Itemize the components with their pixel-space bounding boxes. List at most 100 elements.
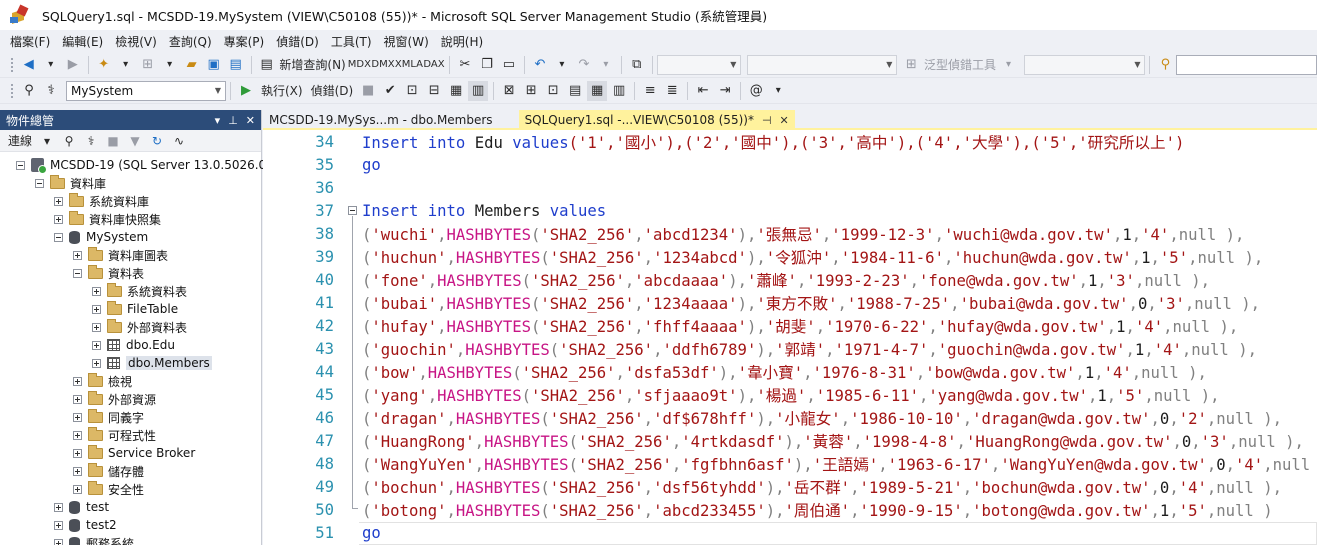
close-icon[interactable]: ✕ xyxy=(246,114,255,127)
menu-project[interactable]: 專案(P) xyxy=(218,33,271,50)
tree-node-database-diagrams[interactable]: 資料庫圖表 xyxy=(73,246,168,264)
new-query-icon[interactable]: ▤ xyxy=(257,55,277,75)
results-to-icon[interactable]: ▦ xyxy=(446,81,466,101)
tree-node-dbo-edu[interactable]: dbo.Edu xyxy=(92,336,175,354)
toolbar-grip[interactable] xyxy=(10,82,14,99)
expand-icon[interactable] xyxy=(54,214,63,224)
expand-icon[interactable] xyxy=(54,502,63,512)
pin-icon[interactable]: ⊥ xyxy=(228,114,238,127)
refresh-icon[interactable]: ↻ xyxy=(147,131,167,151)
tree-node-filetable[interactable]: FileTable xyxy=(92,300,178,318)
expand-icon[interactable] xyxy=(73,412,82,422)
expand-icon[interactable] xyxy=(73,484,82,494)
expand-icon[interactable] xyxy=(73,466,82,476)
debug-button[interactable]: 偵錯(D) xyxy=(308,81,357,101)
connect-server-icon[interactable]: ⚲ xyxy=(59,131,79,151)
tree-node-storage[interactable]: 儲存體 xyxy=(73,462,144,480)
find-icon[interactable]: ⚲ xyxy=(1155,55,1175,75)
tree-node-postal-system[interactable]: 郵務系統 xyxy=(54,534,134,545)
tab-sqlquery1[interactable]: SQLQuery1.sql -...VIEW\C50108 (55))* ⊣ ✕ xyxy=(518,110,795,130)
tree-node-test2[interactable]: test2 xyxy=(54,516,117,534)
execute-icon[interactable]: ▶ xyxy=(236,81,256,101)
debug-target-combo[interactable]: ▼ xyxy=(1023,54,1146,75)
cut-icon[interactable]: ✂ xyxy=(455,55,475,75)
collapse-icon[interactable] xyxy=(54,232,63,242)
live-stats-icon[interactable]: ⊞ xyxy=(521,81,541,101)
expand-icon[interactable] xyxy=(73,394,82,404)
connect-dropdown-icon[interactable]: ▾ xyxy=(37,131,57,151)
tree-node-programmability[interactable]: 可程式性 xyxy=(73,426,156,444)
back-dropdown-icon[interactable]: ▾ xyxy=(41,55,61,75)
tree-node-security[interactable]: 安全性 xyxy=(73,480,144,498)
pin-tab-icon[interactable]: ⊣ xyxy=(762,114,772,127)
expand-icon[interactable] xyxy=(73,250,82,260)
tree-node-external-tables[interactable]: 外部資料表 xyxy=(92,318,187,336)
tree-node-dbo-members[interactable]: dbo.Members xyxy=(92,354,212,372)
paste-icon[interactable]: ▭ xyxy=(499,55,519,75)
expand-icon[interactable] xyxy=(73,376,82,386)
activity-monitor-icon[interactable]: ⧉ xyxy=(627,55,647,75)
forward-icon[interactable]: ▶ xyxy=(63,55,83,75)
tree-node-tables[interactable]: 資料表 xyxy=(73,264,144,282)
include-plan-icon[interactable]: ▥ xyxy=(468,80,489,101)
display-estimated-plan-icon[interactable]: ⊡ xyxy=(402,81,422,101)
client-stats-icon[interactable]: ⊡ xyxy=(543,81,563,101)
uncomment-icon[interactable]: ≣ xyxy=(662,81,682,101)
panel-menu-icon[interactable]: ▾ xyxy=(215,114,221,127)
comment-icon[interactable]: ≡ xyxy=(640,81,660,101)
find-input[interactable] xyxy=(1176,54,1317,75)
save-all-icon[interactable]: ▤ xyxy=(226,55,246,75)
results-to-file-icon[interactable]: ▥ xyxy=(609,81,629,101)
decrease-indent-icon[interactable]: ⇤ xyxy=(693,81,713,101)
expand-icon[interactable] xyxy=(73,430,82,440)
close-tab-icon[interactable]: ✕ xyxy=(780,114,789,127)
menu-debug[interactable]: 偵錯(D) xyxy=(270,33,325,50)
collapse-icon[interactable] xyxy=(73,268,82,278)
disconnect-icon[interactable]: ⚕ xyxy=(41,81,61,101)
solution-config-combo[interactable]: ▼ xyxy=(656,54,742,75)
results-to-grid-icon[interactable]: ▦ xyxy=(587,80,608,101)
dmx-query-button[interactable]: DMX xyxy=(371,55,394,75)
mdx-query-button[interactable]: MDX xyxy=(348,55,371,75)
intellisense-icon[interactable]: ⊠ xyxy=(499,81,519,101)
parse-icon[interactable]: ✔ xyxy=(380,81,400,101)
disconnect-server-icon[interactable]: ⚕ xyxy=(81,131,101,151)
expand-icon[interactable] xyxy=(92,286,101,296)
redo-dropdown-icon[interactable]: ▾ xyxy=(596,55,616,75)
execute-button[interactable]: 執行(X) xyxy=(258,81,306,101)
tree-node-database-snapshots[interactable]: 資料庫快照集 xyxy=(54,210,161,228)
tree-node-test[interactable]: test xyxy=(54,498,109,516)
collapse-icon[interactable] xyxy=(16,160,25,170)
add-item-dropdown-icon[interactable]: ▾ xyxy=(160,55,180,75)
new-project-dropdown-icon[interactable]: ▾ xyxy=(116,55,136,75)
expand-icon[interactable] xyxy=(54,538,63,545)
save-icon[interactable]: ▣ xyxy=(204,55,224,75)
toolbar-grip[interactable] xyxy=(10,56,14,73)
tree-node-views[interactable]: 檢視 xyxy=(73,372,132,390)
menu-query[interactable]: 查詢(Q) xyxy=(163,33,218,50)
menu-edit[interactable]: 編輯(E) xyxy=(56,33,109,50)
increase-indent-icon[interactable]: ⇥ xyxy=(715,81,735,101)
open-file-icon[interactable]: ▰ xyxy=(182,55,202,75)
undo-dropdown-icon[interactable]: ▾ xyxy=(552,55,572,75)
collapse-icon[interactable] xyxy=(35,178,44,188)
redo-icon[interactable]: ↷ xyxy=(574,55,594,75)
debug-tools-icon[interactable]: ⊞ xyxy=(901,55,921,75)
expand-icon[interactable] xyxy=(92,304,101,314)
xmla-query-button[interactable]: XMLA xyxy=(395,55,423,75)
undo-icon[interactable]: ↶ xyxy=(530,55,550,75)
tree-node-synonyms[interactable]: 同義字 xyxy=(73,408,144,426)
debug-tools-dropdown-icon[interactable]: ▾ xyxy=(999,55,1019,75)
menu-view[interactable]: 檢視(V) xyxy=(109,33,163,50)
tab-dbo-members[interactable]: MCSDD-19.MySys...m - dbo.Members xyxy=(263,110,499,130)
back-icon[interactable]: ◀ xyxy=(19,55,39,75)
expand-icon[interactable] xyxy=(73,448,82,458)
tree-node-databases[interactable]: 資料庫 xyxy=(35,174,106,192)
query-designer-icon[interactable]: ⊟ xyxy=(424,81,444,101)
expand-icon[interactable] xyxy=(92,358,101,368)
tree-node-server[interactable]: MCSDD-19 (SQL Server 13.0.5026.0 xyxy=(16,156,266,174)
expand-icon[interactable] xyxy=(92,340,101,350)
add-item-icon[interactable]: ⊞ xyxy=(138,55,158,75)
menu-window[interactable]: 視窗(W) xyxy=(378,33,435,50)
cancel-query-icon[interactable]: ■ xyxy=(358,81,378,101)
